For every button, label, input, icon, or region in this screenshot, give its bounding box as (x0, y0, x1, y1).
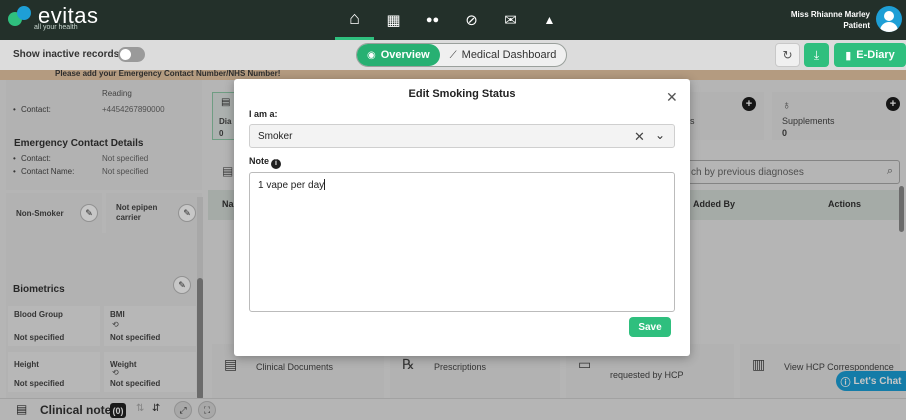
nav-calendar[interactable]: ▦ (374, 0, 413, 40)
select-value: Smoker (258, 131, 293, 142)
logo-mark-icon (8, 6, 34, 26)
tab-overview[interactable]: ◉ Overview (357, 44, 440, 66)
user-info[interactable]: Miss Rhianne Marley Patient (791, 9, 870, 31)
user-name: Miss Rhianne Marley (790, 10, 870, 19)
home-icon: ⌂ (349, 8, 360, 28)
clear-icon[interactable]: ✕ (634, 129, 645, 145)
logo-tagline: all your health (34, 24, 78, 31)
ediary-button[interactable]: ▮ E-Diary (834, 43, 906, 67)
avatar[interactable] (876, 6, 902, 32)
show-inactive-toggle[interactable] (118, 47, 145, 62)
nav-notifications[interactable]: ▲ (530, 0, 569, 40)
i-am-label: I am a: (249, 109, 278, 119)
bell-icon: ▲ (543, 13, 556, 27)
smoking-status-select[interactable]: Smoker ✕ ⌄ (249, 124, 675, 148)
note-label: Note i (249, 156, 281, 169)
refresh-button[interactable]: ↻ (775, 43, 800, 67)
view-tabs: ◉ Overview ⟋ Medical Dashboard (356, 43, 568, 67)
dialog-title: Edit Smoking Status (408, 88, 516, 100)
main-nav: ⌂ ▦ ●● ⊘ ✉ ▲ (335, 0, 569, 40)
chart-line-icon: ⟋ (449, 49, 457, 61)
show-inactive-label: Show inactive records (13, 49, 120, 60)
nav-link[interactable]: ⊘ (452, 0, 491, 40)
user-role: Patient (843, 21, 870, 30)
tab-medical-label: Medical Dashboard (461, 49, 557, 61)
top-bar: evitas all your health ⌂ ▦ ●● ⊘ ✉ ▲ Miss… (0, 0, 906, 40)
nav-people[interactable]: ●● (413, 0, 452, 40)
calendar-icon: ▦ (386, 12, 401, 29)
toolbar: Show inactive records ◉ Overview ⟋ Medic… (0, 40, 906, 70)
eye-icon: ◉ (367, 49, 376, 61)
download-icon: ⤓ (813, 47, 820, 62)
logo[interactable]: evitas (8, 3, 99, 28)
tab-medical-dashboard[interactable]: ⟋ Medical Dashboard (440, 44, 567, 66)
edit-smoking-status-dialog: Edit Smoking Status ✕ I am a: Smoker ✕ ⌄… (234, 79, 690, 356)
info-icon[interactable]: i (271, 158, 281, 169)
link-icon: ⊘ (465, 12, 478, 29)
close-icon[interactable]: ✕ (666, 89, 678, 106)
tab-overview-label: Overview (380, 49, 430, 61)
download-button[interactable]: ⤓ (804, 43, 829, 67)
nav-messages[interactable]: ✉ (491, 0, 530, 40)
book-icon: ▮ (845, 49, 852, 62)
people-icon: ●● (425, 14, 440, 26)
save-button[interactable]: Save (629, 317, 671, 337)
refresh-icon: ↻ (782, 48, 793, 62)
mail-icon: ✉ (504, 12, 517, 29)
nav-home[interactable]: ⌂ (335, 0, 374, 40)
chevron-down-icon[interactable]: ⌄ (655, 128, 665, 142)
ediary-label: E-Diary (856, 49, 895, 61)
note-value: 1 vape per day (258, 179, 326, 191)
logo-text: evitas (38, 3, 99, 28)
note-textarea[interactable]: 1 vape per day (249, 172, 675, 312)
